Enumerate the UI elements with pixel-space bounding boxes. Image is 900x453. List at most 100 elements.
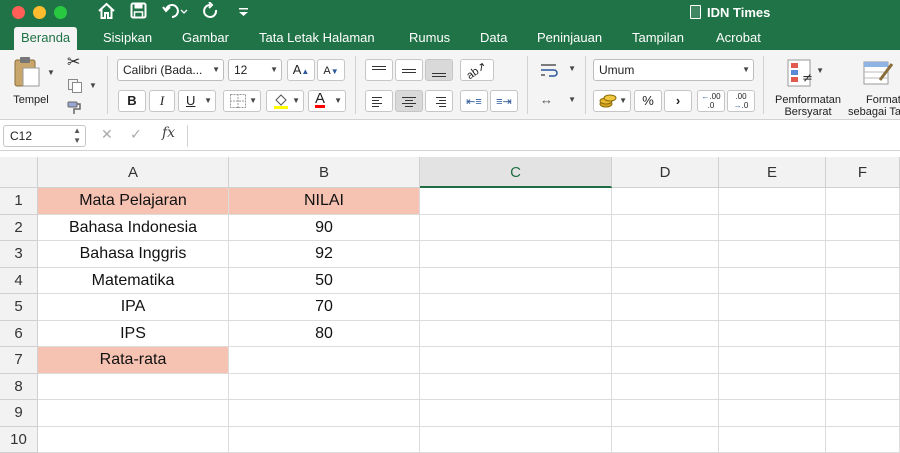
cell-a7[interactable]: Rata-rata bbox=[38, 347, 229, 374]
fill-color-button[interactable]: ▼ bbox=[266, 90, 304, 112]
tab-data[interactable]: Data bbox=[480, 27, 507, 50]
cell-a1[interactable]: Mata Pelajaran bbox=[38, 188, 229, 215]
cell-d1[interactable] bbox=[612, 188, 719, 215]
cell-e10[interactable] bbox=[719, 426, 826, 453]
cell-e3[interactable] bbox=[719, 241, 826, 268]
cell-b2[interactable]: 90 bbox=[229, 214, 420, 241]
align-top-button[interactable] bbox=[365, 59, 393, 81]
cell-f7[interactable] bbox=[826, 347, 900, 374]
align-middle-button[interactable] bbox=[395, 59, 423, 81]
cell-e1[interactable] bbox=[719, 188, 826, 215]
cell-d3[interactable] bbox=[612, 241, 719, 268]
align-right-button[interactable] bbox=[425, 90, 453, 112]
cell-a10[interactable] bbox=[38, 426, 229, 453]
cell-b8[interactable] bbox=[229, 373, 420, 400]
column-header-e[interactable]: E bbox=[719, 157, 826, 188]
row-header-4[interactable]: 4 bbox=[0, 267, 38, 294]
tab-gambar[interactable]: Gambar bbox=[182, 27, 229, 50]
cell-d4[interactable] bbox=[612, 267, 719, 294]
column-header-d[interactable]: D bbox=[612, 157, 719, 188]
cell-c9[interactable] bbox=[420, 400, 612, 427]
cell-a2[interactable]: Bahasa Indonesia bbox=[38, 214, 229, 241]
cell-a3[interactable]: Bahasa Inggris bbox=[38, 241, 229, 268]
format-painter-icon[interactable] bbox=[66, 100, 84, 119]
cell-d2[interactable] bbox=[612, 214, 719, 241]
cell-e5[interactable] bbox=[719, 294, 826, 321]
increase-font-size-button[interactable]: A▲ bbox=[287, 59, 315, 81]
decrease-font-size-button[interactable]: A▼ bbox=[317, 59, 345, 81]
row-header-3[interactable]: 3 bbox=[0, 241, 38, 268]
cell-a4[interactable]: Matematika bbox=[38, 267, 229, 294]
column-header-f[interactable]: F bbox=[826, 157, 900, 188]
cell-d5[interactable] bbox=[612, 294, 719, 321]
undo-icon[interactable] bbox=[162, 2, 188, 26]
align-left-button[interactable] bbox=[365, 90, 393, 112]
cell-d9[interactable] bbox=[612, 400, 719, 427]
cell-b9[interactable] bbox=[229, 400, 420, 427]
bold-button[interactable]: B bbox=[118, 90, 146, 112]
row-header-7[interactable]: 7 bbox=[0, 347, 38, 374]
percent-style-button[interactable]: % bbox=[634, 90, 662, 112]
row-header-8[interactable]: 8 bbox=[0, 373, 38, 400]
cell-f9[interactable] bbox=[826, 400, 900, 427]
tab-peninjauan[interactable]: Peninjauan bbox=[537, 27, 602, 50]
orientation-button[interactable]: ab↗ bbox=[460, 59, 494, 82]
cancel-icon[interactable]: ✕ bbox=[101, 126, 113, 143]
window-maximize-button[interactable] bbox=[54, 6, 67, 19]
cell-a6[interactable]: IPS bbox=[38, 320, 229, 347]
redo-icon[interactable] bbox=[202, 1, 220, 26]
cell-c5[interactable] bbox=[420, 294, 612, 321]
format-as-table-button[interactable] bbox=[862, 58, 896, 92]
row-header-1[interactable]: 1 bbox=[0, 188, 38, 215]
cell-c4[interactable] bbox=[420, 267, 612, 294]
cell-a5[interactable]: IPA bbox=[38, 294, 229, 321]
cell-f10[interactable] bbox=[826, 426, 900, 453]
cell-e7[interactable] bbox=[719, 347, 826, 374]
underline-button[interactable]: U ▼ bbox=[178, 90, 216, 112]
borders-button[interactable]: ▼ bbox=[223, 90, 261, 112]
save-icon[interactable] bbox=[130, 2, 147, 25]
cell-c1[interactable] bbox=[420, 188, 612, 215]
font-size-select[interactable]: 12 ▼ bbox=[228, 59, 282, 81]
window-minimize-button[interactable] bbox=[33, 6, 46, 19]
cell-f6[interactable] bbox=[826, 320, 900, 347]
tab-rumus[interactable]: Rumus bbox=[409, 27, 450, 50]
cell-b7[interactable] bbox=[229, 347, 420, 374]
comma-style-button[interactable]: › bbox=[664, 90, 692, 112]
row-header-9[interactable]: 9 bbox=[0, 400, 38, 427]
merge-center-button[interactable]: ↔ ▼ bbox=[540, 92, 576, 110]
copy-icon[interactable] bbox=[67, 78, 83, 97]
cell-b5[interactable]: 70 bbox=[229, 294, 420, 321]
window-close-button[interactable] bbox=[12, 6, 25, 19]
column-header-b[interactable]: B bbox=[229, 157, 420, 188]
accounting-format-button[interactable]: ▼ bbox=[593, 90, 631, 112]
formula-input[interactable] bbox=[192, 125, 892, 147]
cell-d7[interactable] bbox=[612, 347, 719, 374]
font-color-button[interactable]: A ▼ bbox=[308, 90, 346, 112]
cell-e8[interactable] bbox=[719, 373, 826, 400]
cell-b6[interactable]: 80 bbox=[229, 320, 420, 347]
home-icon[interactable] bbox=[97, 2, 116, 26]
tab-acrobat[interactable]: Acrobat bbox=[716, 27, 761, 50]
cell-c3[interactable] bbox=[420, 241, 612, 268]
row-header-2[interactable]: 2 bbox=[0, 214, 38, 241]
cut-icon[interactable]: ✂ bbox=[67, 52, 80, 72]
customize-icon[interactable] bbox=[238, 2, 249, 27]
cell-c8[interactable] bbox=[420, 373, 612, 400]
cell-b3[interactable]: 92 bbox=[229, 241, 420, 268]
row-header-6[interactable]: 6 bbox=[0, 320, 38, 347]
cell-f2[interactable] bbox=[826, 214, 900, 241]
align-bottom-button[interactable] bbox=[425, 59, 453, 81]
tab-sisipkan[interactable]: Sisipkan bbox=[103, 27, 152, 50]
tab-tata-letak-halaman[interactable]: Tata Letak Halaman bbox=[259, 27, 375, 50]
align-center-button[interactable] bbox=[395, 90, 423, 112]
tab-beranda[interactable]: Beranda bbox=[14, 27, 78, 50]
increase-decimal-button[interactable]: ←.00.0 bbox=[697, 90, 725, 112]
copy-chevron-down-icon[interactable]: ▼ bbox=[89, 81, 97, 90]
name-box[interactable]: C12 ▲ ▼ bbox=[3, 125, 86, 147]
conditional-formatting-button[interactable]: ≠ ▼ bbox=[786, 58, 830, 92]
wrap-text-button[interactable]: ▼ bbox=[540, 62, 576, 80]
cell-f4[interactable] bbox=[826, 267, 900, 294]
cell-b4[interactable]: 50 bbox=[229, 267, 420, 294]
cell-f8[interactable] bbox=[826, 373, 900, 400]
